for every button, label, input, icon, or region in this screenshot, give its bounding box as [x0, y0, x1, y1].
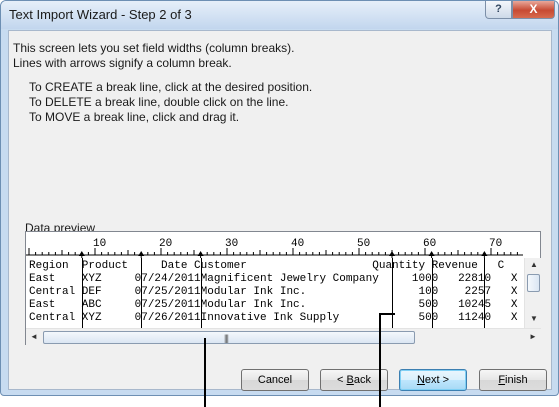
next-button[interactable]: Next > [399, 369, 467, 391]
scroll-right-icon[interactable]: ► [529, 332, 537, 341]
ruler-label: 10 [93, 238, 106, 250]
title-bar: Text Import Wizard - Step 2 of 3 ? X [1, 1, 558, 29]
horizontal-scrollbar[interactable]: ◄ ||| ► [26, 328, 541, 345]
finish-button[interactable]: Finish [479, 369, 547, 391]
column-break-arrow-icon[interactable] [138, 251, 145, 256]
horizontal-scroll-thumb[interactable]: ||| [43, 331, 415, 344]
ruler-label: 50 [357, 238, 370, 250]
back-button[interactable]: < Back [320, 369, 388, 391]
instruction-create: To CREATE a break line, click at the des… [29, 80, 313, 94]
column-ruler[interactable]: 10 20 30 40 50 60 70 [26, 232, 523, 258]
cancel-button[interactable]: Cancel [241, 369, 309, 391]
ruler-label: 30 [225, 238, 238, 250]
preview-data-row: East ABC 07/25/2011Modular Ink Inc. 500 … [29, 299, 518, 311]
close-icon: X [529, 2, 538, 16]
callout-line-right-arm [379, 313, 395, 315]
column-break-arrow-icon[interactable] [428, 251, 435, 256]
column-break-line[interactable] [141, 258, 143, 328]
vertical-scroll-thumb[interactable] [527, 274, 540, 292]
next-button-accesskey: N [416, 374, 425, 386]
finish-button-rest: inish [505, 374, 528, 386]
scroll-grip-icon: ||| [224, 333, 229, 343]
preview-data-grid[interactable]: Region Product Date Customer Quantity Re… [26, 258, 523, 328]
intro-line-2: Lines with arrows signify a column break… [13, 56, 232, 70]
scroll-up-icon[interactable]: ▲ [530, 260, 538, 269]
column-break-line[interactable] [484, 258, 486, 328]
preview-data-row: East XYZ 07/24/2011Magnificent Jewelry C… [29, 273, 518, 285]
ruler-label: 70 [489, 238, 502, 250]
preview-header-row: Region Product Date Customer Quantity Re… [29, 260, 505, 272]
column-break-arrow-icon[interactable] [481, 251, 488, 256]
help-icon: ? [495, 3, 502, 15]
back-button-prefix: < [337, 374, 347, 386]
back-button-rest: ack [353, 374, 371, 386]
scroll-down-icon[interactable]: ▼ [530, 314, 538, 323]
vertical-scrollbar[interactable]: ▲ ▼ [524, 258, 541, 328]
data-preview-pane[interactable]: 10 20 30 40 50 60 70 Region Product Date Custo… [25, 231, 541, 345]
window-title: Text Import Wizard - Step 2 of 3 [9, 7, 192, 22]
column-break-line[interactable] [431, 258, 433, 328]
dialog-body: This screen lets you set field widths (c… [8, 30, 552, 391]
column-break-line[interactable] [392, 258, 393, 328]
column-break-arrow-icon[interactable] [197, 251, 204, 256]
column-break-line[interactable] [200, 258, 202, 328]
ruler-graphic: 10 20 30 40 50 60 70 [26, 238, 523, 258]
preview-data-row: Central DEF 07/25/2011Modular Ink Inc. 1… [29, 286, 518, 298]
column-break-arrow-icon[interactable] [78, 251, 85, 256]
column-break-line[interactable] [81, 258, 83, 328]
column-break-arrow-icon[interactable] [389, 251, 395, 256]
callout-line-left [204, 338, 206, 407]
ruler-label: 60 [423, 238, 436, 250]
close-button[interactable]: X [512, 1, 555, 19]
back-button-accesskey: B [346, 374, 354, 386]
ruler-label: 20 [159, 238, 172, 250]
next-button-rest: ext > [424, 374, 450, 386]
help-button[interactable]: ? [485, 1, 512, 19]
callout-line-right [379, 313, 381, 407]
instruction-move: To MOVE a break line, click and drag it. [29, 110, 240, 124]
intro-line-1: This screen lets you set field widths (c… [13, 41, 295, 55]
preview-data-row: Central XYZ 07/26/2011Innovative Ink Sup… [29, 312, 518, 324]
instruction-delete: To DELETE a break line, double click on … [29, 95, 289, 109]
scroll-left-icon[interactable]: ◄ [30, 332, 38, 341]
text-import-wizard-dialog: Text Import Wizard - Step 2 of 3 ? X Thi… [0, 0, 559, 396]
ruler-label: 40 [291, 238, 304, 250]
